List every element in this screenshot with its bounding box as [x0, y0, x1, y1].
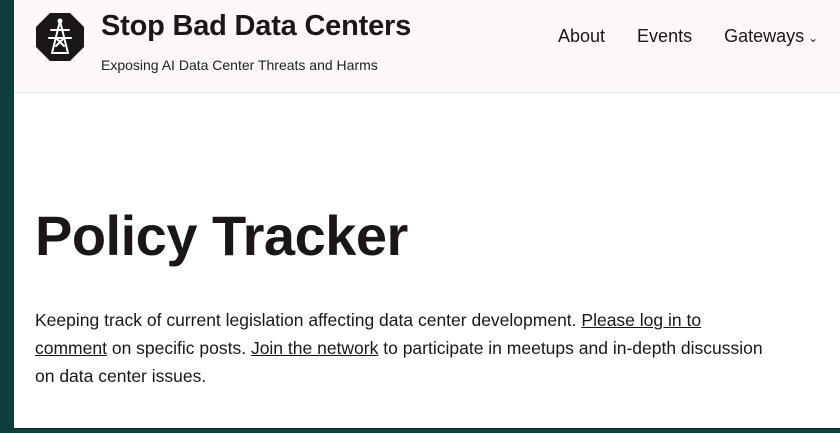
site-tagline: Exposing AI Data Center Threats and Harm…: [101, 57, 378, 73]
nav-item-events[interactable]: Events: [637, 25, 692, 47]
nav-item-gateways-label: Gateways: [724, 25, 805, 46]
chevron-down-icon: ⌄: [808, 30, 819, 45]
site-title[interactable]: Stop Bad Data Centers: [101, 10, 411, 43]
main-nav: About Events Gateways ⌄: [558, 25, 818, 47]
page-frame: Stop Bad Data Centers Exposing AI Data C…: [14, 0, 840, 429]
page-title: Policy Tracker: [35, 204, 408, 267]
intro-text-2: on specific posts.: [106, 338, 251, 358]
intro-paragraph: Keeping track of current legislation aff…: [35, 306, 775, 390]
intro-text-1: Keeping track of current legislation aff…: [35, 310, 582, 330]
transmission-tower-icon[interactable]: [35, 12, 85, 62]
nav-item-gateways[interactable]: Gateways ⌄: [724, 25, 818, 47]
site-header: Stop Bad Data Centers Exposing AI Data C…: [14, 0, 840, 93]
join-network-link[interactable]: Join the network: [251, 338, 378, 358]
nav-item-about[interactable]: About: [558, 25, 605, 47]
